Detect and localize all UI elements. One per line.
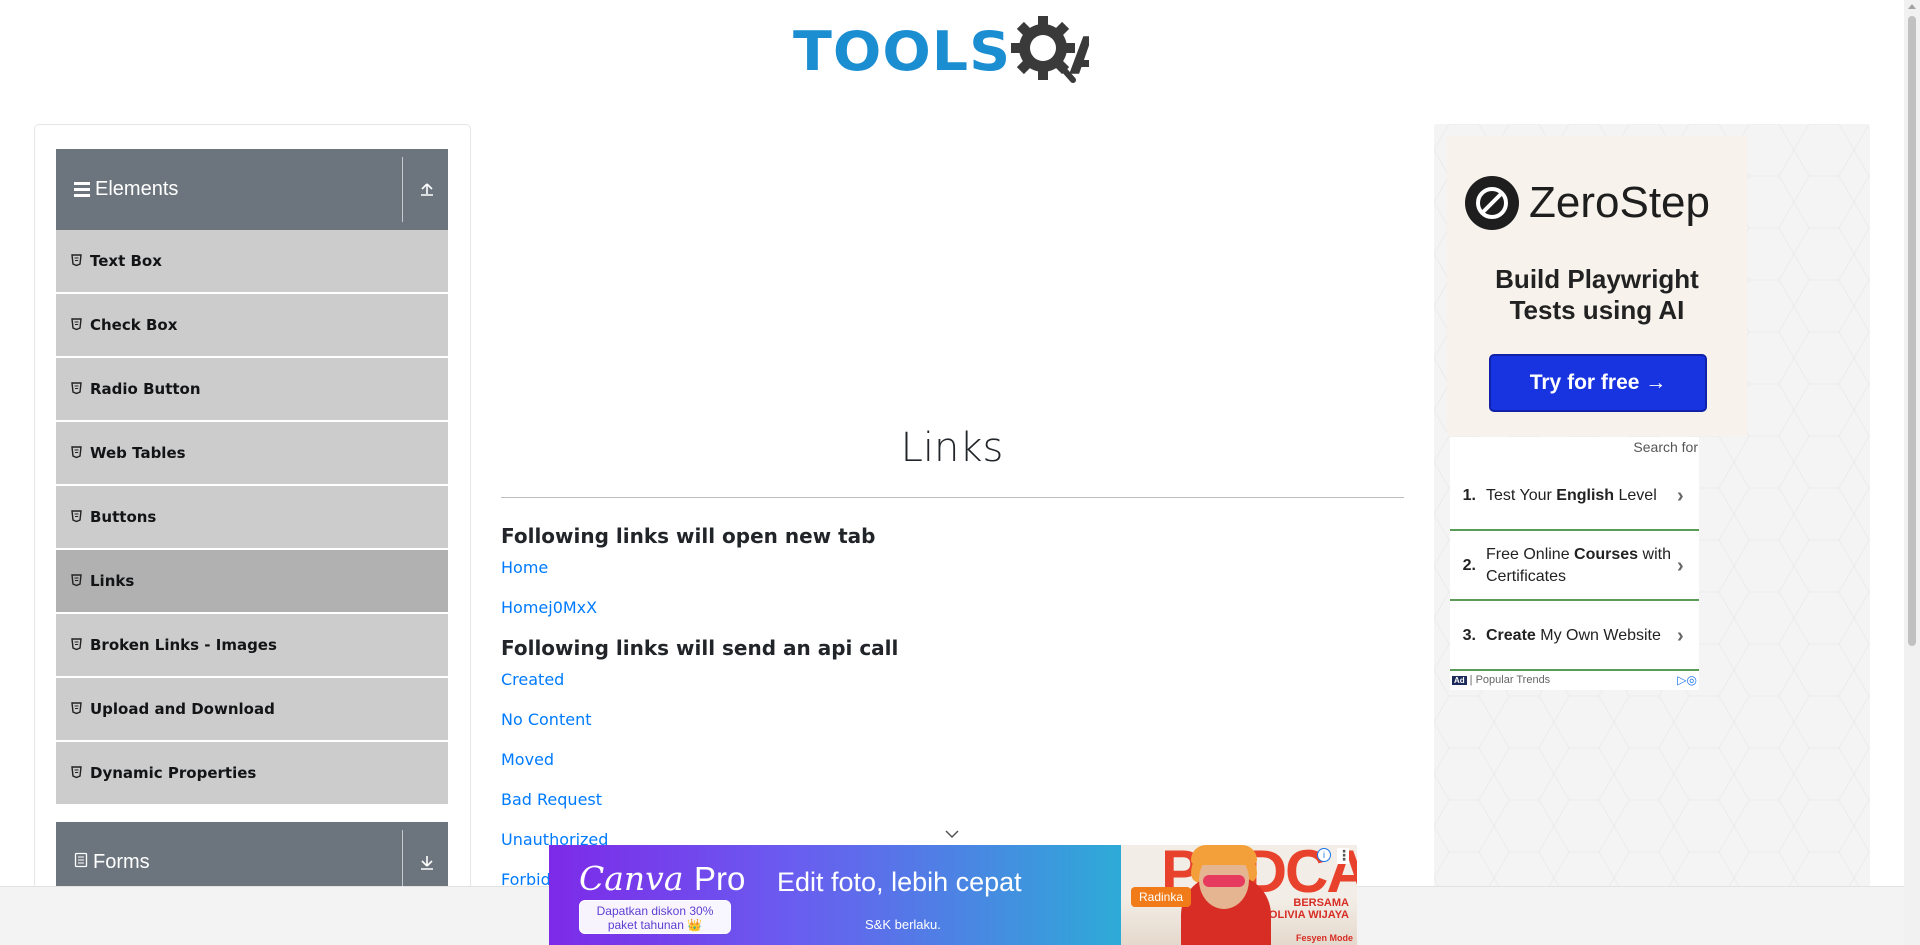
zerostep-tagline: Build Playwright Tests using AI (1447, 264, 1747, 326)
sidebar-item-dynamic-properties[interactable]: Dynamic Properties (56, 742, 448, 804)
group-title-elements: Elements (95, 178, 179, 200)
link-moved[interactable]: Moved (501, 750, 554, 769)
collapse-up-icon[interactable] (418, 179, 436, 199)
sidebar-item-label: Text Box (90, 252, 162, 270)
html5-icon (71, 638, 83, 652)
sidebar-item-label: Upload and Download (90, 700, 275, 718)
sidebar-item-text-box[interactable]: Text Box (56, 230, 448, 292)
page-scrollbar[interactable] (1904, 0, 1920, 945)
zerostep-ad[interactable]: ZeroStep Build Playwright Tests using AI… (1447, 136, 1747, 436)
ad-info-icon[interactable]: i (1317, 848, 1331, 862)
sidebar-item-web-tables[interactable]: Web Tables (56, 422, 448, 484)
sidebar-item-label: Buttons (90, 508, 157, 526)
html5-icon (71, 446, 83, 460)
hamburger-icon (74, 182, 90, 197)
html5-icon (71, 702, 83, 716)
try-for-free-button[interactable]: Try for free → (1489, 354, 1707, 412)
link-created[interactable]: Created (501, 670, 564, 689)
toolsqa-logo[interactable]: TOOLS A (793, 14, 1089, 90)
poster-subtitle: BERSAMA OLIVIA WIJAYA (1268, 897, 1349, 921)
radinka-tag: Radinka (1131, 887, 1192, 907)
zerostep-logo: ZeroStep (1465, 176, 1710, 230)
search-result-1[interactable]: 1. Test Your English Level › (1450, 463, 1699, 531)
result-number: 1. (1462, 487, 1476, 504)
result-text: Test Your English Level (1486, 487, 1657, 504)
canva-headline: Edit foto, lebih cepat (777, 867, 1022, 897)
sidebar-item-label: Check Box (90, 316, 178, 334)
sidebar-item-label: Links (90, 572, 135, 590)
html5-icon (71, 254, 83, 268)
title-divider (501, 497, 1404, 498)
sidebar-item-radio-button[interactable]: Radio Button (56, 358, 448, 420)
chevron-right-icon: › (1677, 624, 1684, 647)
logo-text: TOOLS (793, 20, 1012, 84)
zerostep-tagline-line1: Build Playwright (1495, 264, 1699, 294)
scroll-up-icon[interactable] (1908, 4, 1916, 9)
sidebar: Elements Text Box Check Box Radio Button… (34, 124, 471, 945)
poster-corner-text: Fesyen Mode (1295, 933, 1353, 943)
canva-brand: Canva Pro (579, 859, 746, 898)
sidebar-item-label: Radio Button (90, 380, 201, 398)
logo-suffix: A (1069, 27, 1089, 87)
zerostep-brand: ZeroStep (1529, 178, 1710, 227)
result-text: Create My Own Website (1486, 627, 1661, 644)
adchoices-icon[interactable]: ▷◎ (1677, 673, 1697, 687)
canva-pro-ad[interactable]: Canva Pro Dapatkan diskon 30% paket tahu… (549, 845, 1357, 945)
gear-magnifier-icon: A (1011, 16, 1089, 87)
ad-badge: Ad (1452, 675, 1467, 685)
scroll-thumb[interactable] (1908, 16, 1916, 646)
link-no-content[interactable]: No Content (501, 710, 591, 729)
section-heading-new-tab: Following links will open new tab (501, 524, 876, 548)
zerostep-tagline-line2: Tests using AI (1509, 295, 1685, 325)
search-ad: Search for 1. Test Your English Level › … (1450, 437, 1699, 690)
zerostep-logo-icon (1465, 176, 1519, 230)
canva-terms: S&K berlaku. (865, 917, 941, 932)
sidebar-item-broken-links-images[interactable]: Broken Links - Images (56, 614, 448, 676)
ad-footer: Ad | Popular Trends (1452, 674, 1550, 686)
link-bad-request[interactable]: Bad Request (501, 790, 602, 809)
search-result-3[interactable]: 3. Create My Own Website › (1450, 603, 1699, 671)
html5-icon (71, 574, 83, 588)
section-heading-api: Following links will send an api call (501, 636, 899, 660)
group-divider (402, 157, 403, 222)
sidebar-item-label: Web Tables (90, 444, 186, 462)
form-doc-icon (74, 852, 88, 873)
popular-trends-label: | Popular Trends (1469, 674, 1551, 686)
html5-icon (71, 766, 83, 780)
html5-icon (71, 510, 83, 524)
sidebar-item-check-box[interactable]: Check Box (56, 294, 448, 356)
link-dynamic-home[interactable]: Homej0MxX (501, 598, 597, 617)
chevron-down-icon[interactable] (944, 829, 960, 839)
search-result-2[interactable]: 2. Free Online Courses with Certificates… (1450, 533, 1699, 601)
sidebar-item-label: Broken Links - Images (90, 636, 277, 654)
group-header-elements[interactable]: Elements (56, 149, 448, 230)
expand-down-icon[interactable] (418, 852, 436, 872)
elements-menu: Text Box Check Box Radio Button Web Tabl… (56, 230, 448, 806)
sidebar-item-upload-and-download[interactable]: Upload and Download (56, 678, 448, 740)
result-number: 3. (1462, 627, 1476, 644)
ad-menu-icon[interactable]: ⋮ (1337, 848, 1351, 864)
result-text: Free Online Courses with Certificates (1486, 546, 1671, 585)
link-home[interactable]: Home (501, 558, 548, 577)
chevron-right-icon: › (1677, 554, 1684, 577)
sidebar-item-links[interactable]: Links (56, 550, 448, 612)
html5-icon (71, 382, 83, 396)
page-title: Links (900, 425, 1004, 471)
chevron-right-icon: › (1677, 484, 1684, 507)
search-for-label: Search for (1633, 439, 1698, 455)
discount-pill: Dapatkan diskon 30% paket tahunan 👑 (579, 900, 731, 934)
result-number: 2. (1462, 557, 1476, 574)
group-title-forms: Forms (93, 851, 150, 873)
sidebar-item-label: Dynamic Properties (90, 764, 257, 782)
sidebar-item-buttons[interactable]: Buttons (56, 486, 448, 548)
html5-icon (71, 318, 83, 332)
